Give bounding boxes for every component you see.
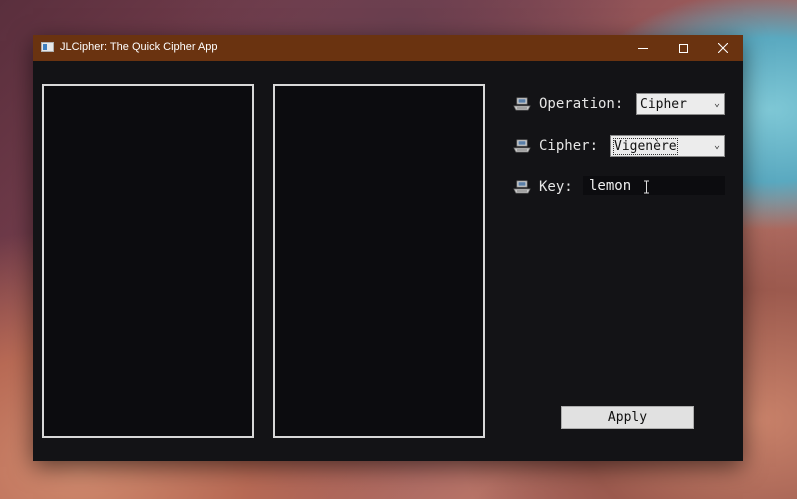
cipher-select[interactable]: Vigenère ⌄ — [610, 135, 725, 157]
close-icon — [718, 43, 728, 53]
cipher-row: Cipher: — [513, 135, 598, 157]
app-window-icon — [41, 42, 54, 52]
window-content: Operation: Cipher ⌄ Cipher: Vigenère ⌄ K… — [33, 61, 743, 461]
keyboard-icon — [513, 180, 531, 194]
maximize-button[interactable] — [663, 35, 703, 61]
title-bar[interactable]: JLCipher: The Quick Cipher App — [33, 35, 743, 61]
chevron-down-icon: ⌄ — [713, 140, 720, 151]
close-button[interactable] — [703, 35, 743, 61]
apply-button[interactable]: Apply — [561, 406, 694, 429]
operation-label: Operation: — [539, 96, 624, 112]
operation-select-value: Cipher — [640, 96, 687, 112]
key-row: Key: — [513, 176, 573, 198]
keyboard-icon — [513, 139, 531, 153]
keyboard-icon — [513, 97, 531, 111]
input-text-area[interactable] — [42, 84, 254, 438]
cipher-select-value: Vigenère — [613, 137, 678, 155]
chevron-down-icon: ⌄ — [713, 98, 720, 109]
output-text-area[interactable] — [273, 84, 485, 438]
operation-select[interactable]: Cipher ⌄ — [636, 93, 725, 115]
maximize-icon — [678, 43, 688, 53]
key-input[interactable]: lemon — [583, 176, 725, 195]
operation-row: Operation: — [513, 93, 623, 115]
minimize-icon — [638, 47, 648, 49]
key-label: Key: — [539, 179, 573, 195]
window-title: JLCipher: The Quick Cipher App — [60, 41, 218, 53]
app-window: JLCipher: The Quick Cipher App Operation… — [33, 35, 743, 461]
cipher-label: Cipher: — [539, 138, 599, 154]
text-cursor-icon — [644, 180, 649, 194]
minimize-button[interactable] — [623, 35, 663, 61]
